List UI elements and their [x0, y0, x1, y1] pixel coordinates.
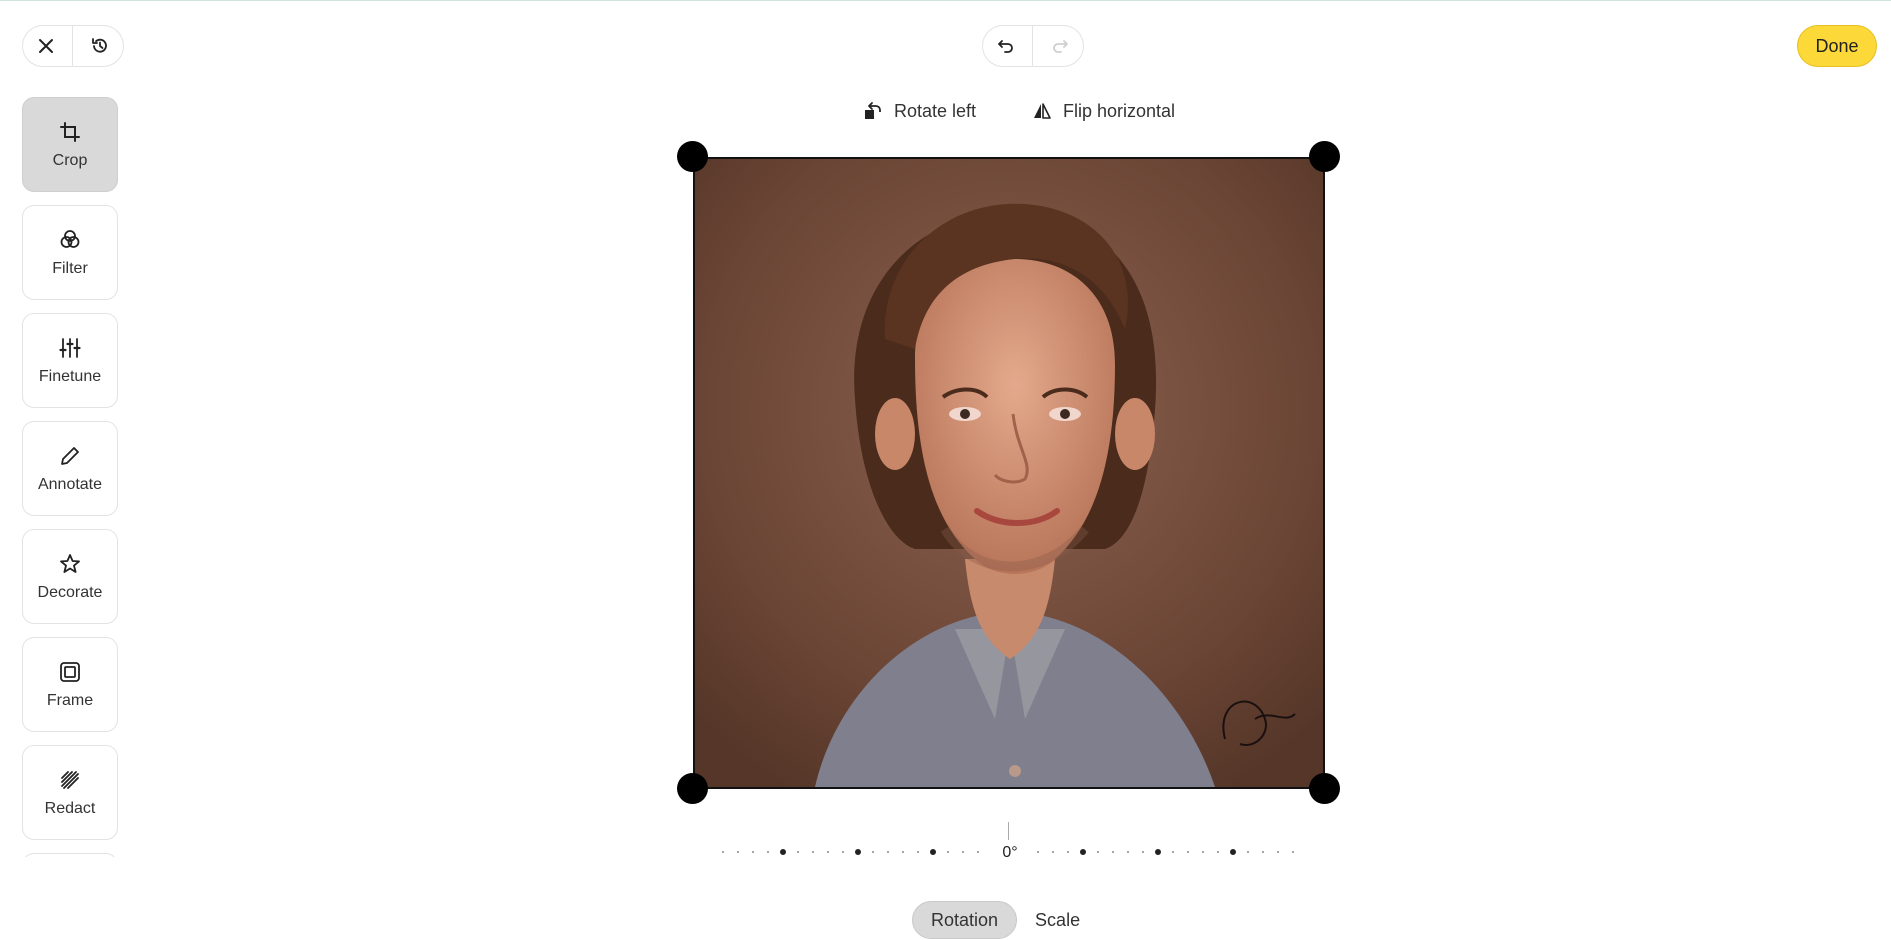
star-icon	[60, 553, 80, 573]
rotation-dial[interactable]: 0°	[720, 820, 1300, 865]
sidebar-item-label: Filter	[52, 259, 88, 277]
redact-icon	[61, 770, 79, 789]
rotate-left-icon	[865, 102, 881, 119]
redo-icon	[1052, 40, 1068, 53]
tab-scale[interactable]: Scale	[1017, 901, 1098, 939]
pencil-icon	[61, 446, 79, 465]
close-icon	[39, 39, 54, 53]
portrait-image	[695, 159, 1323, 787]
history-button[interactable]	[80, 26, 120, 66]
history-icon	[91, 38, 107, 53]
crop-area[interactable]	[693, 157, 1325, 789]
divider	[72, 26, 74, 66]
frame-icon	[60, 661, 80, 682]
sidebar-item-crop[interactable]: Crop	[22, 97, 118, 192]
crop-handle-top-left[interactable]	[677, 141, 708, 172]
sidebar-item-more[interactable]	[22, 853, 118, 857]
top-border	[0, 0, 1891, 1]
rotate-left-label: Rotate left	[894, 100, 977, 121]
crop-handle-bottom-left[interactable]	[677, 773, 708, 804]
sidebar-item-label: Decorate	[37, 583, 103, 601]
sidebar-item-frame[interactable]: Frame	[22, 637, 118, 732]
undo-button[interactable]	[986, 26, 1026, 66]
tab-rotation[interactable]: Rotation	[912, 901, 1018, 939]
sidebar-item-decorate[interactable]: Decorate	[22, 529, 118, 624]
crop-icon	[60, 121, 80, 142]
rotate-left-button[interactable]: Rotate left	[862, 98, 976, 124]
tool-sidebar: Crop Filter Finetune Annotate Decorate F…	[22, 97, 118, 857]
sidebar-item-finetune[interactable]: Finetune	[22, 313, 118, 408]
redo-button[interactable]	[1040, 26, 1080, 66]
sidebar-item-label: Crop	[52, 151, 88, 169]
close-button[interactable]	[26, 26, 66, 66]
divider	[1032, 26, 1034, 66]
flip-horizontal-label: Flip horizontal	[1063, 100, 1176, 121]
sidebar-item-label: Frame	[46, 691, 94, 709]
filter-icon	[60, 229, 80, 248]
crop-mode-tabs: Rotation Scale	[912, 900, 1098, 940]
sidebar-item-filter[interactable]: Filter	[22, 205, 118, 300]
done-button[interactable]: Done	[1797, 25, 1877, 67]
undo-icon	[998, 40, 1014, 53]
sidebar-item-label: Annotate	[37, 475, 103, 493]
flip-horizontal-button[interactable]: Flip horizontal	[1031, 98, 1175, 124]
sidebar-item-redact[interactable]: Redact	[22, 745, 118, 840]
crop-handle-top-right[interactable]	[1309, 141, 1340, 172]
sliders-icon	[59, 337, 81, 358]
sidebar-item-label: Finetune	[38, 367, 102, 385]
dial-pointer	[1008, 822, 1009, 840]
sidebar-item-annotate[interactable]: Annotate	[22, 421, 118, 516]
top-left-actions	[22, 25, 124, 67]
rotation-value: 0°	[1002, 844, 1018, 861]
undo-redo-group	[982, 25, 1084, 67]
sidebar-item-label: Redact	[44, 799, 96, 817]
flip-horizontal-icon	[1034, 103, 1051, 119]
crop-handle-bottom-right[interactable]	[1309, 773, 1340, 804]
